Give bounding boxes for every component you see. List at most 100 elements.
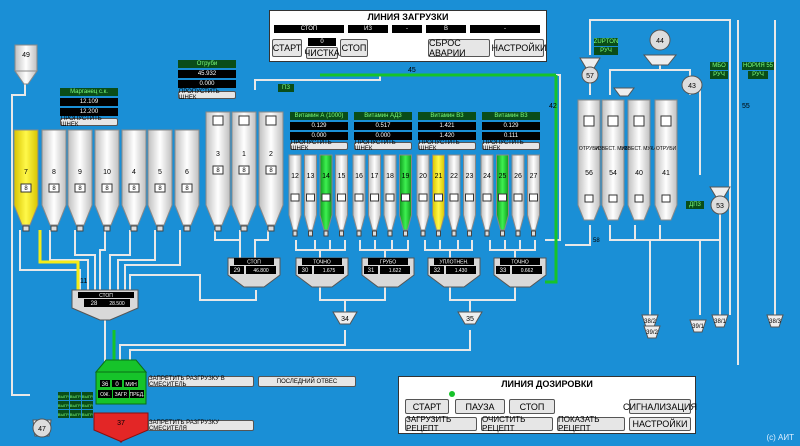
bin-9[interactable]: 98 xyxy=(67,129,93,232)
scale-32[interactable]: УПЛОТНЕН. 32 1.430 xyxy=(427,257,481,288)
dose-show-recipe-button[interactable]: ПОКАЗАТЬ РЕЦЕПТ xyxy=(557,415,625,433)
bin-4[interactable]: 48 xyxy=(121,129,147,232)
receiver-38-3-label: 38/3 xyxy=(769,319,781,325)
bin-2[interactable]: 28 xyxy=(258,111,284,232)
scale-28[interactable]: СТОП 28 28.500 xyxy=(71,289,139,321)
sruba-skip-button[interactable]: ПРОПУСТИТЬ ШНЕК xyxy=(178,89,236,101)
bin-16[interactable]: 16 xyxy=(352,154,366,237)
scale-32-num: 32 xyxy=(434,268,441,274)
bin-12-label: 12 xyxy=(291,173,299,180)
bin-41[interactable]: ОТРУБИ 41 xyxy=(654,99,678,221)
receiver-39-1-label: 39/1 xyxy=(692,324,704,330)
cyclone-43[interactable]: 43 xyxy=(613,75,703,97)
scale-33[interactable]: ТОЧНО 33 0.662 xyxy=(493,257,547,288)
bin-5[interactable]: 58 xyxy=(147,129,173,232)
bin-15[interactable]: 15 xyxy=(335,154,348,237)
bin-13[interactable]: 13 xyxy=(304,154,317,237)
vitamin-1-skip-button[interactable]: ПРОПУСТИТЬ ШНЕК xyxy=(354,140,412,152)
bin-37[interactable]: 37 xyxy=(93,412,149,443)
vitamin-0-skip-button[interactable]: ПРОПУСТИТЬ ШНЕК xyxy=(290,140,348,152)
bin-6-gate xyxy=(183,225,191,232)
vitamin-2-skip-button[interactable]: ПРОПУСТИТЬ ШНЕК xyxy=(418,140,476,152)
bin-23[interactable]: 23 xyxy=(463,154,476,237)
last-weighing-button[interactable]: ПОСЛЕДНИЙ ОТВЕС xyxy=(258,376,356,387)
scale-29-value: 46.800 xyxy=(253,268,269,274)
bin-12[interactable]: 12 xyxy=(288,154,302,237)
bin-12-gate xyxy=(292,230,298,237)
zupton-label: ZUPTON xyxy=(593,38,619,46)
scale-30[interactable]: ТОЧНО 30 1.675 xyxy=(295,257,349,288)
scale-32-value: 1.430 xyxy=(455,268,468,274)
dose-load-recipe-button[interactable]: ЗАГРУЗИТЬ РЕЦЕПТ xyxy=(405,415,477,433)
bin-20-state xyxy=(418,193,428,202)
dose-alarm-button[interactable]: СИГНАЛИЗАЦИЯ xyxy=(623,399,697,414)
pz-label: ПЗ xyxy=(278,84,294,92)
vitamin-3-value-2: 0.111 xyxy=(482,132,540,140)
bin-53[interactable]: 53 xyxy=(709,186,731,215)
bin-17-gate xyxy=(372,230,377,237)
bin-25[interactable]: 25 xyxy=(496,154,509,237)
dose-start-button[interactable]: СТАРТ xyxy=(405,399,449,414)
bin-27[interactable]: 27 xyxy=(527,154,540,237)
bin-26-gate xyxy=(515,230,521,237)
load-settings-button[interactable]: НАСТРОЙКИ xyxy=(492,39,547,57)
cyclone-44[interactable]: 44 xyxy=(642,29,678,66)
bin-17[interactable]: 17 xyxy=(368,154,381,237)
feeder-35[interactable]: 35 xyxy=(457,311,483,325)
scale-29[interactable]: СТОП 29 46.800 xyxy=(227,257,281,288)
scale-31[interactable]: ГРУБО 31 1.622 xyxy=(361,257,415,288)
node-11: 11 xyxy=(80,278,87,285)
manganese-skip-button[interactable]: ПРОПУСТИТЬ ШНЕК xyxy=(60,116,118,128)
load-reset-alarm-button[interactable]: СБРОС АВАРИИ xyxy=(428,38,490,58)
vitamin-3-skip-button[interactable]: ПРОПУСТИТЬ ШНЕК xyxy=(482,140,540,152)
forbid-unload-into-mixer-button[interactable]: ЗАПРЕТИТЬ РАЗГРУЗКУ В СМЕСИТЕЛЬ xyxy=(148,376,254,388)
dose-stop-button[interactable]: СТОП xyxy=(509,399,555,414)
dose-settings-button[interactable]: НАСТРОЙКИ xyxy=(629,417,691,431)
bin-54-label: 54 xyxy=(609,170,617,177)
bin-49[interactable]: 49 xyxy=(14,44,38,85)
scale-31-value: 1.622 xyxy=(389,268,402,274)
bin-41-state xyxy=(661,194,671,203)
bin-10[interactable]: 108 xyxy=(94,129,120,232)
feeder-34[interactable]: 34 xyxy=(332,311,358,325)
bin-26[interactable]: 26 xyxy=(511,154,525,237)
bin-47-label: 47 xyxy=(38,426,46,433)
bin-2-gate xyxy=(267,225,275,232)
bin-14[interactable]: 14 xyxy=(319,154,333,237)
bin-24[interactable]: 24 xyxy=(480,154,494,237)
bin-8[interactable]: 88 xyxy=(41,129,67,232)
bin-20[interactable]: 20 xyxy=(416,154,430,237)
bin-16-gate xyxy=(356,230,362,237)
receiver-38-2-label: 38/2 xyxy=(644,319,656,325)
bin-19[interactable]: 19 xyxy=(399,154,412,237)
dose-pause-button[interactable]: ПАУЗА xyxy=(455,399,505,414)
bin-19-label: 19 xyxy=(402,173,410,180)
bin-21[interactable]: 21 xyxy=(432,154,445,237)
bin-3[interactable]: 38 xyxy=(205,111,231,232)
bin-21-gate xyxy=(436,230,441,237)
vitamin-0-value-2: 0.000 xyxy=(290,132,348,140)
load-start-button[interactable]: СТАРТ xyxy=(272,39,302,57)
mixer-36[interactable]: 36 0 МИН ОЖ. ЗАГР. ПРЕД. xyxy=(94,359,148,405)
load-stop-button[interactable]: СТОП xyxy=(340,39,368,57)
bin-7[interactable]: 78 xyxy=(13,129,39,232)
scale-32-state: УПЛОТНЕН. xyxy=(440,260,469,266)
bin-40[interactable]: ИЗВЕСТ. МУКА 40 xyxy=(621,99,657,221)
feeder-34-label: 34 xyxy=(341,316,349,323)
unload-status-5: ВЫГР. xyxy=(81,401,94,409)
node-42: 42 xyxy=(549,103,557,110)
unload-status-3: ВЫГР. xyxy=(57,401,70,409)
bin-1[interactable]: 18 xyxy=(231,111,257,232)
load-clean-button[interactable]: ЧИСТКА xyxy=(304,47,340,59)
bin-54[interactable]: ИЗВЕСТ. МУКА54 xyxy=(595,99,631,221)
bin-4-gate xyxy=(130,225,138,232)
mixer-tag-1: ЗАГР. xyxy=(115,392,128,398)
bin-18[interactable]: 18 xyxy=(383,154,397,237)
bin-6[interactable]: 68 xyxy=(174,129,200,232)
forbid-mixer-unload-button[interactable]: ЗАПРЕТИТЬ РАЗГРУЗКУ СМЕСИТЕЛЯ xyxy=(148,420,254,432)
bin-22[interactable]: 22 xyxy=(447,154,461,237)
filter-57[interactable]: 57 xyxy=(579,57,601,84)
bin-47[interactable]: 47 xyxy=(32,418,52,438)
bin-56[interactable]: ОТРУБИ56 xyxy=(577,99,601,221)
dose-clear-recipe-button[interactable]: ОЧИСТИТЬ РЕЦЕПТ xyxy=(481,415,553,433)
